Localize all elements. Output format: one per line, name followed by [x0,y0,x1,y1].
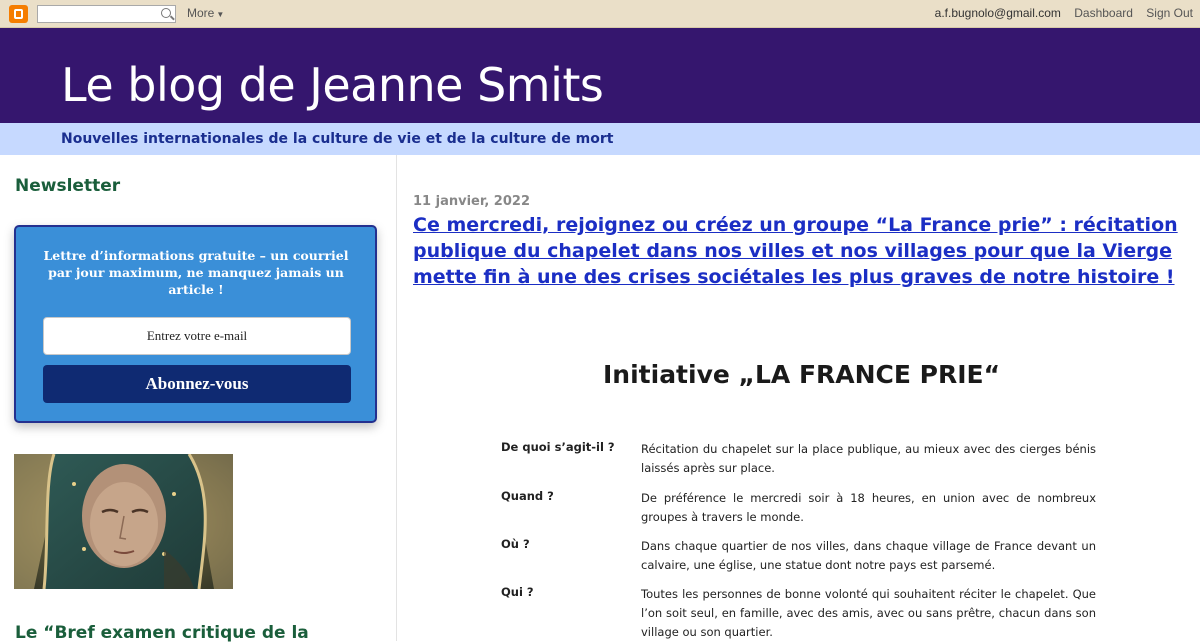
navbar-user-links: a.f.bugnolo@gmail.com Dashboard Sign Out [925,6,1193,20]
blogger-logo-icon[interactable] [9,5,28,23]
email-field[interactable]: Entrez votre e-mail [43,317,351,355]
main-content: 11 janvier, 2022 Ce mercredi, rejoignez … [398,155,1200,641]
search-icon[interactable] [161,8,171,18]
blog-title[interactable]: Le blog de Jeanne Smits [61,58,604,112]
doc-question: De quoi s’agit-il ? [501,440,615,454]
dashboard-link[interactable]: Dashboard [1074,6,1133,20]
more-label[interactable]: More [187,6,214,20]
chevron-down-icon: ▼ [216,10,225,19]
blog-header: Le blog de Jeanne Smits [0,28,1200,123]
doc-answer: Dans chaque quartier de nos villes, dans… [641,539,1096,572]
subscribe-button[interactable]: Abonnez-vous [43,365,351,403]
doc-question: Quand ? [501,489,554,503]
doc-question: Qui ? [501,585,534,599]
user-email: a.f.bugnolo@gmail.com [934,6,1061,20]
doc-answer: Toutes les personnes de bonne volonté qu… [641,587,1096,639]
newsletter-text: Lettre d’informations gratuite – un cour… [43,248,349,297]
search-input[interactable] [37,5,176,26]
virgin-guadalupe-image[interactable] [14,454,233,589]
bref-examen-widget-title: Le “Bref examen critique de la [15,623,309,643]
document-heading: Initiative „LA FRANCE PRIE“ [603,360,1001,389]
newsletter-box: Lettre d’informations gratuite – un cour… [14,225,377,423]
virgin-guadalupe-illustration [14,454,233,589]
blogger-navbar: More ▼ a.f.bugnolo@gmail.com Dashboard Si… [0,0,1200,28]
newsletter-title: Newsletter [15,176,121,196]
doc-answer: Récitation du chapelet sur la place publ… [641,442,1096,475]
doc-question: Où ? [501,537,530,551]
post-title-link[interactable]: Ce mercredi, rejoignez ou créez un group… [413,212,1193,290]
search-field[interactable] [38,10,156,26]
blog-description-bar: Nouvelles internationales de la culture … [0,123,1200,155]
blog-description: Nouvelles internationales de la culture … [61,131,614,147]
sidebar: Newsletter Lettre d’informations gratuit… [0,155,397,643]
sign-out-link[interactable]: Sign Out [1146,6,1193,20]
doc-answer: De préférence le mercredi soir à 18 heur… [641,491,1096,524]
post-date: 11 janvier, 2022 [413,194,530,209]
more-menu[interactable]: More ▼ [187,6,224,20]
